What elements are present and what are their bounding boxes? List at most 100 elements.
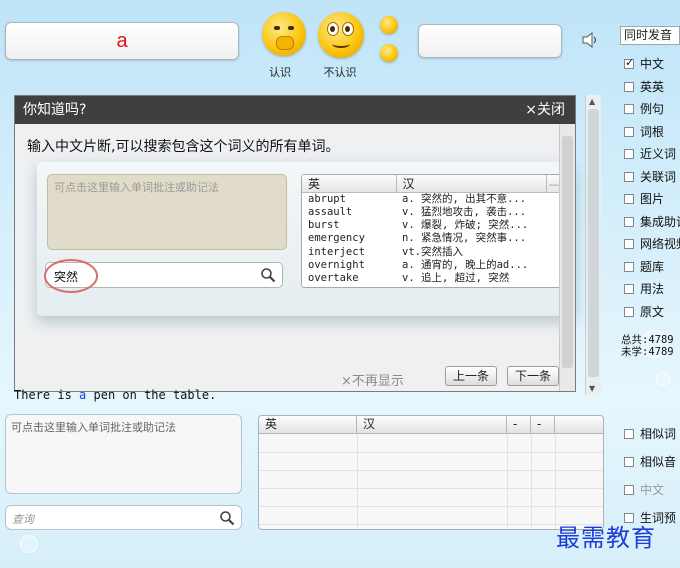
checkbox[interactable] — [624, 306, 634, 317]
main-scrollbar[interactable]: ▲ ▼ — [585, 95, 601, 395]
dialog-title: 你知道吗? — [23, 102, 87, 118]
current-word-box: a — [5, 22, 239, 60]
cell-chinese: n. 紧急情况, 突然事... — [402, 232, 527, 245]
option-options-9[interactable]: 题库 — [624, 258, 664, 275]
highlight-circle — [44, 259, 98, 293]
cell-chinese: a. 突然的, 出其不意... — [402, 193, 527, 205]
checkbox[interactable] — [624, 261, 634, 272]
current-word: a — [116, 30, 128, 52]
table-row[interactable]: assault v. 猛烈地攻击, 袭击... — [302, 206, 562, 219]
cell-english: overnight — [308, 258, 365, 271]
table-row[interactable]: interject vt.突然插入 — [302, 246, 562, 259]
prev-tip-button[interactable]: 上一条 — [445, 366, 497, 386]
cell-english: interject — [308, 245, 365, 258]
table-row[interactable]: emergency n. 紧急情况, 突然事... — [302, 232, 562, 245]
know-label[interactable]: 认识 — [250, 64, 310, 80]
option-label: 题库 — [640, 259, 665, 274]
tip-dialog: 你知道吗? ×关闭 输入中文片断,可以搜索包含这个词义的所有单词。 可点击这里输… — [14, 95, 576, 392]
example-sentence: There is a pen on the table. — [14, 388, 216, 402]
table-row[interactable]: overnight a. 通宵的, 晚上的ad... — [302, 259, 562, 272]
option-lower_options-1[interactable]: 相似音 — [624, 453, 676, 470]
watermark-text: 最需教育 — [556, 524, 656, 552]
option-label: 集成助记 — [640, 214, 680, 229]
cell-english: assault — [308, 206, 353, 219]
option-options-2[interactable]: 例句 — [624, 100, 664, 117]
next-tip-button[interactable]: 下一条 — [507, 366, 559, 386]
option-options-4[interactable]: 近义词 — [624, 145, 676, 162]
column-extra[interactable]: - — [531, 416, 555, 434]
table-row[interactable]: abrupt a. 突然的, 出其不意... — [302, 193, 562, 207]
dialog-title-bar: 你知道吗? ×关闭 — [15, 96, 575, 124]
sentence-text: There is — [14, 388, 80, 402]
search-icon[interactable] — [260, 267, 276, 283]
small-smiley-icon[interactable] — [380, 44, 398, 62]
option-label: 中文 — [640, 483, 665, 497]
column-english[interactable]: 英 — [259, 416, 357, 434]
option-lower_options-2[interactable]: 中文 — [624, 481, 664, 498]
option-options-1[interactable]: 英英 — [624, 78, 664, 95]
checkbox[interactable] — [624, 56, 634, 69]
unknown-label[interactable]: 不认识 — [310, 64, 370, 80]
option-label: 图片 — [640, 192, 665, 206]
checkbox[interactable] — [624, 171, 634, 182]
sentence-text: pen on the table. — [86, 388, 217, 402]
option-label: 词根 — [640, 124, 665, 139]
dialog-scrollbar[interactable] — [559, 124, 575, 391]
demo-result-table: 英 汉 — abrupt a. 突然的, 出其不意... assault v. 猛烈地… — [301, 174, 563, 288]
checkbox[interactable] — [624, 216, 634, 227]
note-field[interactable]: 可点击这里输入单词批注或助记法 — [5, 414, 242, 494]
demo-search-input[interactable]: 突然 — [44, 259, 283, 293]
checkbox[interactable] — [624, 457, 634, 467]
know-face-icon[interactable] — [262, 12, 306, 56]
option-label: 例句 — [640, 102, 665, 116]
column-english[interactable]: 英 — [302, 175, 397, 193]
dialog-tip-text: 输入中文片断,可以搜索包含这个词义的所有单词。 — [27, 139, 340, 155]
table-row[interactable]: burst v. 爆裂, 炸破; 突然... — [302, 219, 562, 232]
column-chinese[interactable]: 汉 — [396, 175, 547, 193]
pronunciation-mode-select[interactable]: 同时发音 — [620, 26, 680, 45]
checkbox[interactable] — [624, 239, 634, 249]
option-label: 中文 — [640, 57, 665, 71]
checkbox[interactable] — [624, 194, 634, 204]
option-label: 关联词 — [640, 169, 677, 184]
option-options-7[interactable]: 集成助记 — [624, 213, 680, 230]
cell-chinese: v. 追上, 超过, 突然 — [402, 272, 510, 285]
cell-chinese: a. 通宵的, 晚上的ad... — [402, 258, 529, 271]
cell-english: burst — [308, 219, 340, 232]
checkbox[interactable] — [624, 126, 634, 137]
option-options-11[interactable]: 原文 — [624, 303, 664, 320]
cell-english: emergency — [308, 232, 365, 245]
demo-panel: 可点击这里输入单词批注或助记法 突然 英 汉 — abrupt a. 突然的, 出… — [37, 162, 575, 316]
option-options-6[interactable]: 图片 — [624, 190, 664, 207]
query-input[interactable]: 查询 — [5, 505, 242, 530]
checkbox[interactable] — [624, 81, 634, 92]
small-smiley-icon[interactable] — [380, 16, 398, 34]
checkbox[interactable] — [624, 485, 634, 495]
speaker-icon[interactable] — [580, 30, 600, 50]
column-extra[interactable]: - — [507, 416, 531, 434]
unlearned-count: 未学:4789 — [621, 346, 674, 358]
option-options-5[interactable]: 关联词 — [624, 168, 676, 185]
search-icon[interactable] — [219, 510, 235, 526]
unknown-face-icon[interactable] — [318, 12, 364, 58]
option-options-8[interactable]: 网络视频 — [624, 235, 680, 252]
checkbox[interactable] — [624, 429, 634, 439]
option-options-10[interactable]: 用法 — [624, 280, 664, 297]
cell-chinese: v. 猛烈地攻击, 袭击... — [402, 206, 527, 219]
column-chinese[interactable]: 汉 — [357, 416, 507, 434]
option-label: 相似词 — [640, 427, 677, 441]
demo-note-field[interactable]: 可点击这里输入单词批注或助记法 — [47, 174, 287, 250]
query-placeholder: 查询 — [12, 513, 34, 526]
checkbox[interactable] — [624, 149, 634, 159]
option-options-3[interactable]: 词根 — [624, 123, 664, 140]
option-label: 用法 — [640, 282, 665, 296]
option-label: 网络视频 — [640, 237, 680, 251]
checkbox[interactable] — [624, 284, 634, 294]
option-options-0[interactable]: 中文 — [624, 55, 664, 72]
table-row[interactable]: overtake v. 追上, 超过, 突然 — [302, 272, 562, 285]
option-lower_options-0[interactable]: 相似词 — [624, 425, 676, 442]
checkbox[interactable] — [624, 104, 634, 114]
dont-show-again-button[interactable]: ×不再显示 — [341, 370, 404, 389]
cell-english: overtake — [308, 272, 359, 285]
dialog-close-button[interactable]: ×关闭 — [525, 96, 565, 124]
